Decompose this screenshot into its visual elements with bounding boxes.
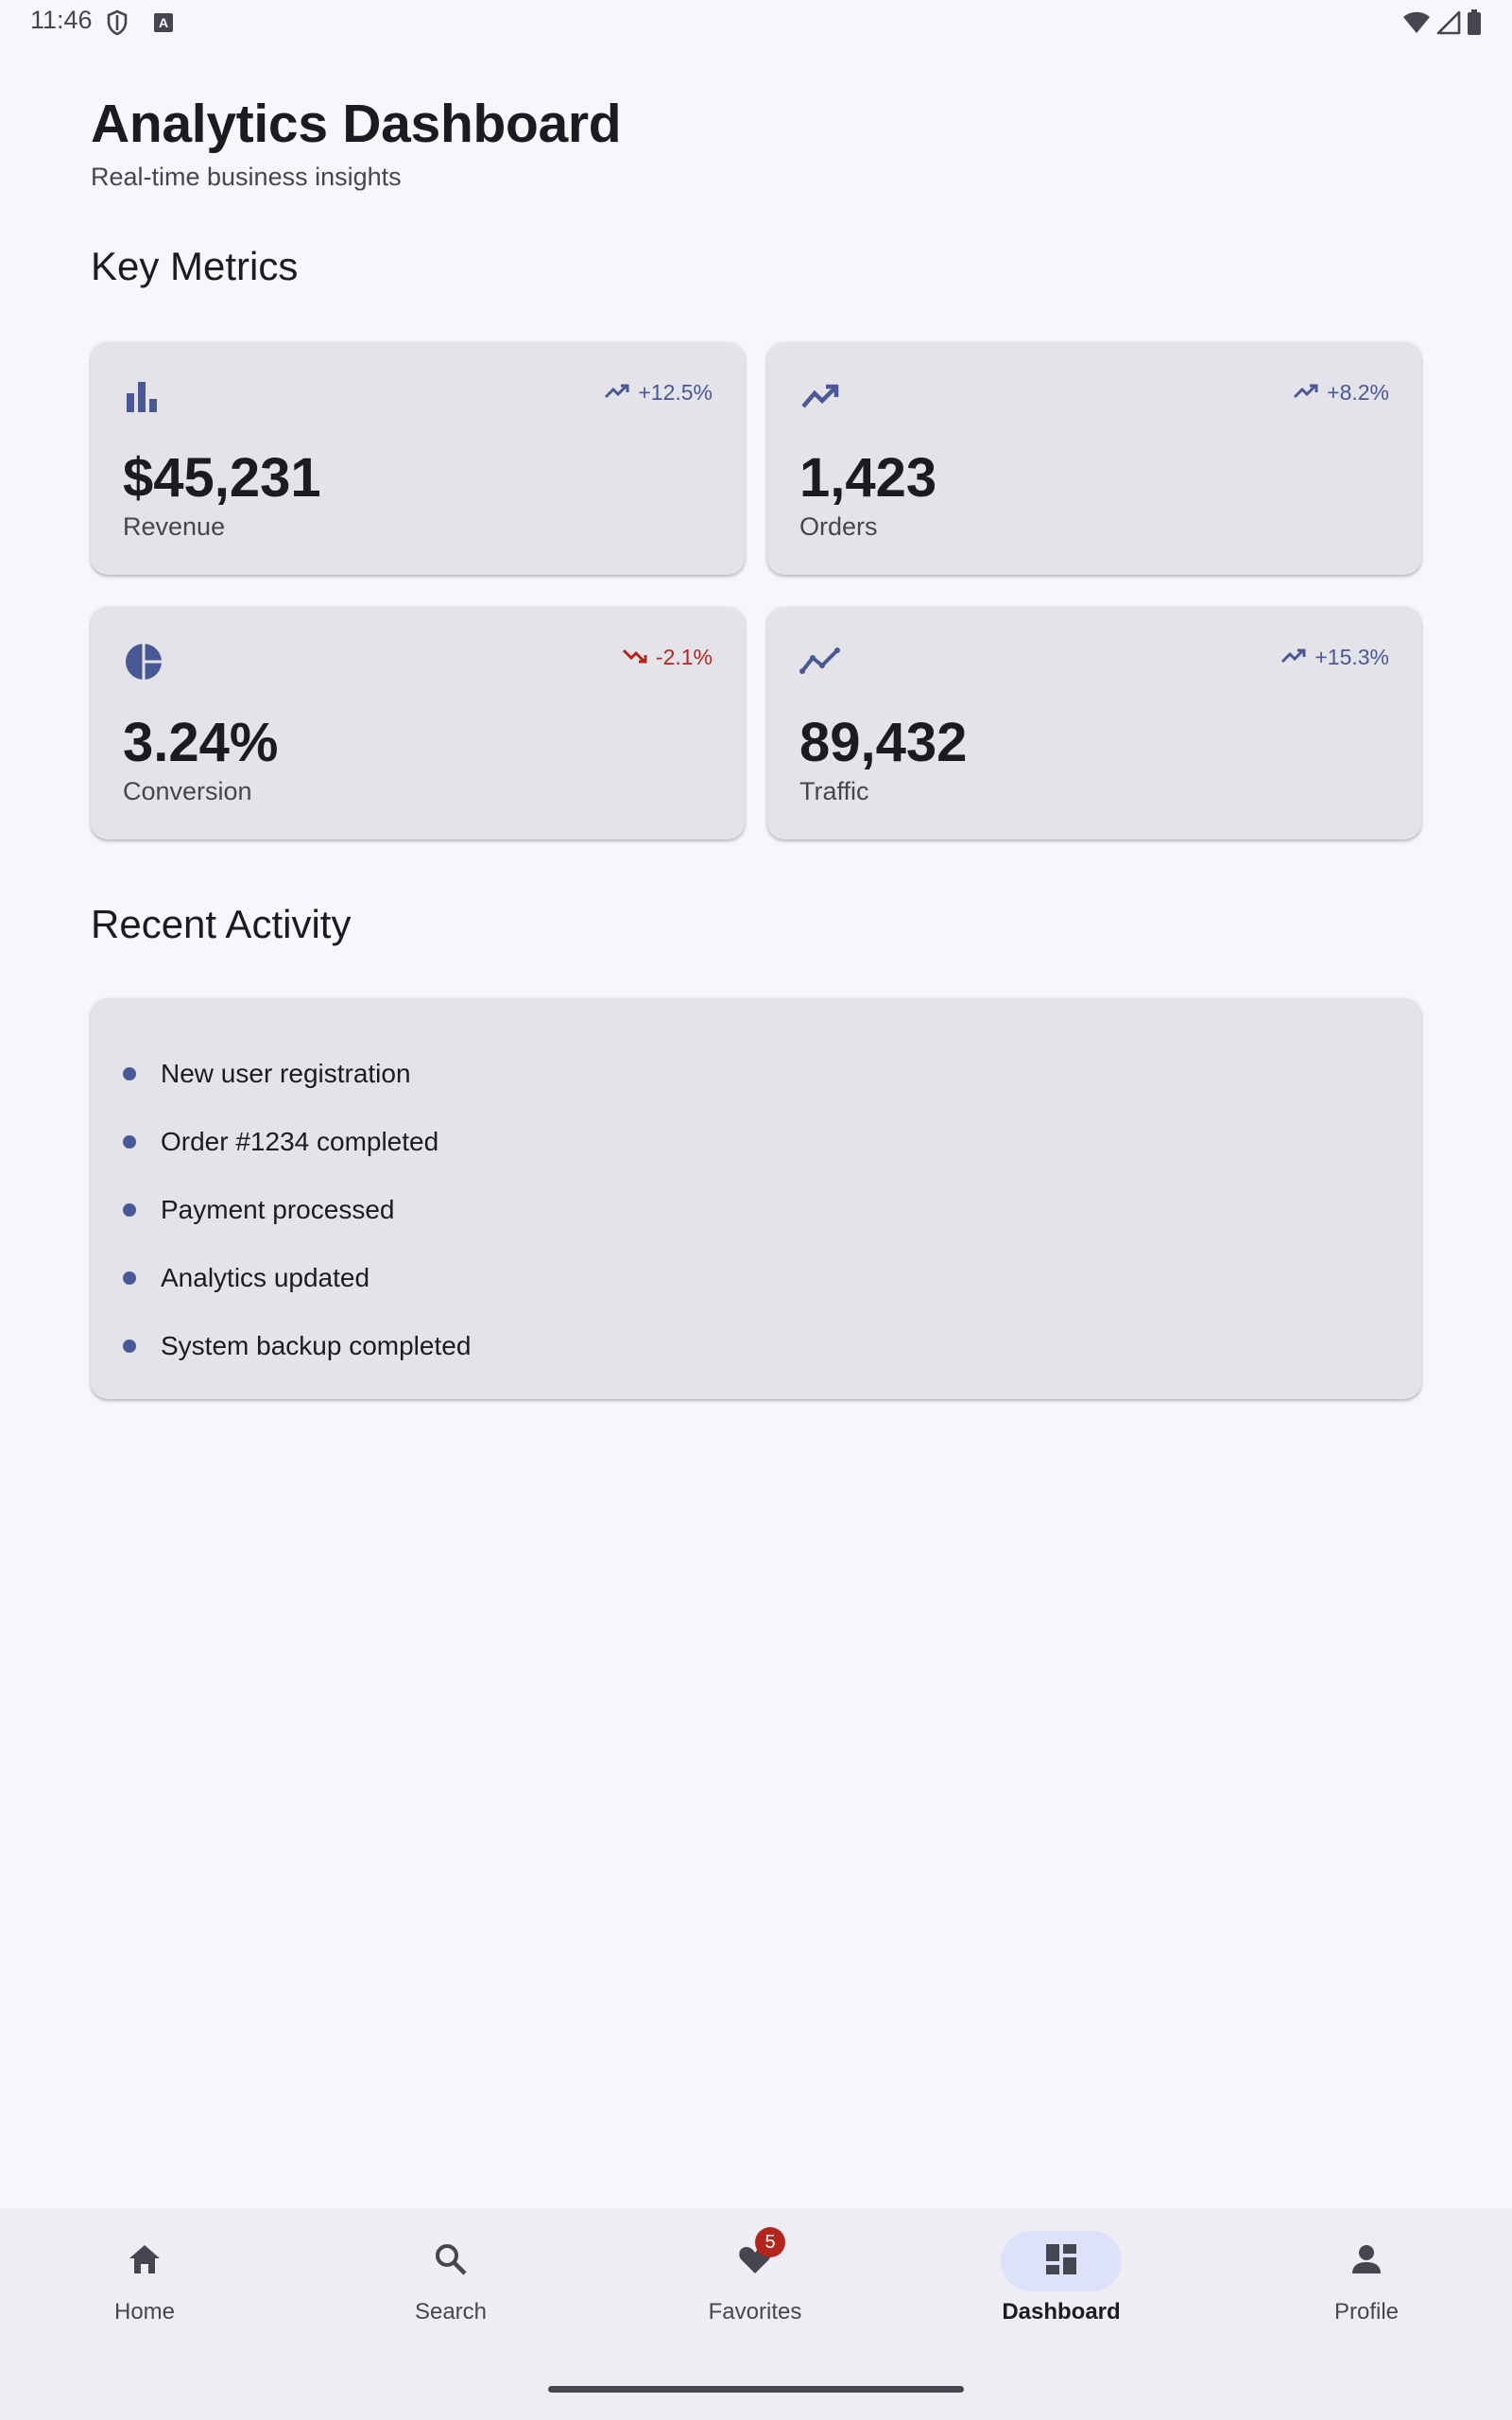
nav-item-favorites[interactable]: 5 Favorites — [661, 2227, 850, 2344]
metric-value: $45,231 — [123, 447, 321, 509]
trending-up-icon — [604, 380, 630, 406]
dashboard-icon — [1042, 2240, 1080, 2283]
trending-down-icon — [622, 645, 648, 670]
cellular-icon — [1436, 10, 1461, 40]
trend-indicator: +12.5% — [604, 380, 713, 406]
trend-indicator: -2.1% — [622, 645, 713, 670]
activity-text: System backup completed — [161, 1331, 472, 1360]
metric-value: 1,423 — [799, 447, 937, 509]
trending-up-icon — [1280, 645, 1307, 670]
page-subtitle: Real-time business insights — [91, 163, 402, 191]
bullet-dot-icon — [123, 1340, 136, 1353]
nav-label: Search — [414, 2299, 488, 2325]
metric-label: Conversion — [123, 777, 252, 805]
traffic-card[interactable]: +15.3% 89,432 Traffic — [767, 607, 1421, 839]
activity-item[interactable]: System backup completed — [123, 1312, 1389, 1380]
activity-text: Order #1234 completed — [161, 1127, 439, 1156]
bullet-dot-icon — [123, 1067, 136, 1080]
battery-icon — [1467, 9, 1482, 41]
status-time: 11:46 — [30, 6, 93, 34]
bullet-dot-icon — [123, 1135, 136, 1149]
bullet-dot-icon — [123, 1203, 136, 1217]
bullet-dot-icon — [123, 1271, 136, 1285]
metric-label: Orders — [799, 512, 878, 541]
home-icon — [126, 2240, 163, 2283]
status-bar: 11:46 A — [0, 0, 1512, 45]
shield-icon — [106, 9, 129, 41]
activity-text: Analytics updated — [161, 1263, 370, 1292]
wifi-icon — [1402, 10, 1431, 40]
trend-indicator: +15.3% — [1280, 645, 1389, 670]
gesture-bar[interactable] — [548, 2386, 964, 2393]
metric-label: Revenue — [123, 512, 226, 541]
svg-text:A: A — [159, 15, 168, 30]
activity-text: New user registration — [161, 1059, 411, 1088]
page-title: Analytics Dashboard — [91, 94, 622, 154]
revenue-card[interactable]: +12.5% $45,231 Revenue — [91, 342, 745, 575]
key-metrics-heading: Key Metrics — [91, 244, 299, 288]
nav-item-search[interactable]: Search — [356, 2231, 545, 2344]
keyboard-a-icon: A — [153, 12, 174, 38]
nav-label: Home — [113, 2299, 176, 2325]
search-icon — [432, 2240, 470, 2283]
nav-item-dashboard[interactable]: Dashboard — [967, 2231, 1156, 2344]
metric-label: Traffic — [799, 777, 869, 805]
orders-card[interactable]: +8.2% 1,423 Orders — [767, 342, 1421, 575]
pie-chart-icon — [123, 641, 164, 683]
nav-item-home[interactable]: Home — [50, 2231, 239, 2344]
activity-item[interactable]: Analytics updated — [123, 1244, 1389, 1312]
nav-label: Favorites — [708, 2299, 802, 2325]
trending-up-icon — [799, 376, 841, 418]
activity-card: New user registration Order #1234 comple… — [91, 998, 1421, 1399]
conversion-card[interactable]: -2.1% 3.24% Conversion — [91, 607, 745, 839]
notification-badge: 5 — [755, 2227, 785, 2257]
person-icon — [1348, 2240, 1385, 2283]
activity-item[interactable]: New user registration — [123, 1040, 1389, 1108]
trend-value: +8.2% — [1327, 380, 1389, 405]
activity-item[interactable]: Order #1234 completed — [123, 1108, 1389, 1176]
recent-activity-heading: Recent Activity — [91, 902, 352, 946]
bar-chart-icon — [123, 376, 164, 418]
show-chart-icon — [799, 641, 841, 683]
nav-label: Dashboard — [1002, 2299, 1121, 2325]
trend-value: -2.1% — [655, 645, 713, 669]
trend-value: +12.5% — [638, 380, 713, 405]
activity-item[interactable]: Payment processed — [123, 1176, 1389, 1244]
nav-item-profile[interactable]: Profile — [1272, 2231, 1461, 2344]
nav-label: Profile — [1333, 2299, 1400, 2325]
metric-value: 89,432 — [799, 712, 968, 773]
metric-value: 3.24% — [123, 712, 279, 773]
trend-indicator: +8.2% — [1293, 380, 1389, 406]
activity-text: Payment processed — [161, 1195, 395, 1224]
trending-up-icon — [1293, 380, 1319, 406]
trend-value: +15.3% — [1314, 645, 1389, 669]
